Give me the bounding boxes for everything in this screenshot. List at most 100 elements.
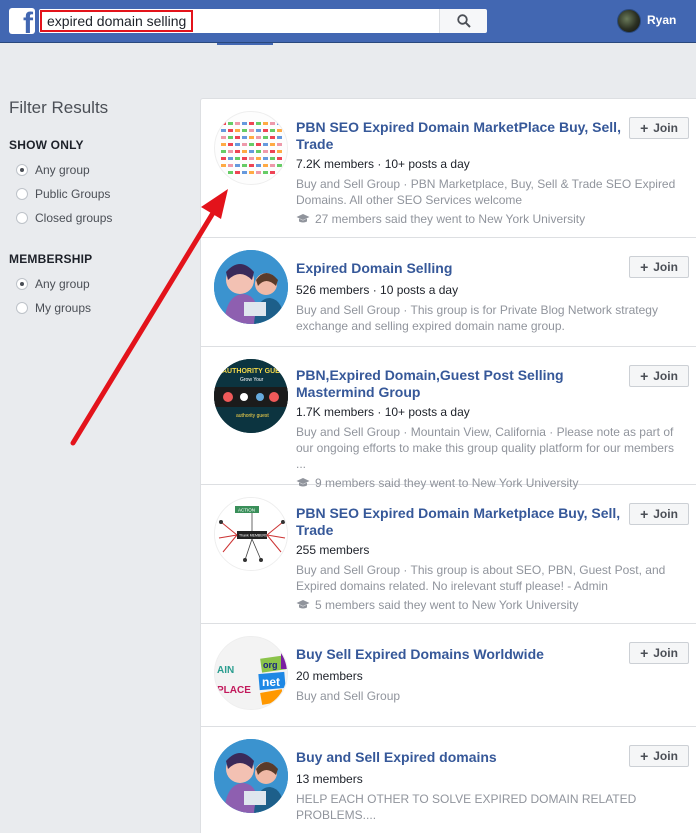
search-results-list: PBN SEO Expired Domain MarketPlace Buy, … xyxy=(200,98,696,833)
group-member-count: 255 members xyxy=(296,543,370,557)
group-result-row: Expired Domain Selling 526 members · 10 … xyxy=(201,238,696,347)
group-info: PBN SEO Expired Domain Marketplace Buy, … xyxy=(296,505,686,613)
filter-option-label: Public Groups xyxy=(35,187,111,201)
group-thumbnail[interactable] xyxy=(214,739,288,813)
group-thumbnail[interactable] xyxy=(214,250,288,324)
membership-option-any-group[interactable]: Any group xyxy=(9,272,189,296)
group-mindmap-image: ACTION Thank MEMBERSHIP xyxy=(215,498,287,570)
search-input[interactable]: expired domain selling xyxy=(39,9,439,33)
group-result-row: Buy and Sell Expired domains 13 members … xyxy=(201,727,696,833)
join-group-button[interactable]: + Join xyxy=(629,256,689,278)
group-title-link[interactable]: Buy Sell Expired Domains Worldwide xyxy=(296,646,626,663)
group-title-link[interactable]: PBN,Expired Domain,Guest Post Selling Ma… xyxy=(296,367,626,401)
radio-checked-icon[interactable] xyxy=(16,278,28,290)
group-illustration-image xyxy=(214,739,288,813)
filter-results-heading: Filter Results xyxy=(9,98,109,117)
group-pattern-image xyxy=(221,122,282,174)
group-info: Buy Sell Expired Domains Worldwide 20 me… xyxy=(296,646,686,704)
plus-icon: + xyxy=(640,368,649,384)
group-title-link[interactable]: PBN SEO Expired Domain MarketPlace Buy, … xyxy=(296,119,626,153)
group-info: PBN SEO Expired Domain MarketPlace Buy, … xyxy=(296,119,686,227)
search-icon xyxy=(457,14,471,28)
plus-icon: + xyxy=(640,259,649,275)
group-domains-image: AIN PLACE org net xyxy=(215,637,287,709)
group-member-count: 526 members · 10 posts a day xyxy=(296,283,459,297)
group-thumbnail[interactable] xyxy=(214,111,288,185)
group-university-note: 27 members said they went to New York Un… xyxy=(296,211,686,227)
plus-icon: + xyxy=(640,645,649,661)
group-member-count: 1.7K members · 10+ posts a day xyxy=(296,405,470,419)
group-description: Buy and Sell Group xyxy=(296,689,401,703)
group-info: PBN,Expired Domain,Guest Post Selling Ma… xyxy=(296,367,686,491)
thumb-text: org xyxy=(263,660,278,670)
join-label: Join xyxy=(653,369,678,383)
radio-icon[interactable] xyxy=(16,302,28,314)
plus-icon: + xyxy=(640,748,649,764)
thumb-text: PLACE xyxy=(217,685,251,696)
university-text: 5 members said they went to New York Uni… xyxy=(315,598,579,612)
user-avatar[interactable] xyxy=(617,9,641,33)
group-result-row: AIN PLACE org net Buy Sell Expired Domai… xyxy=(201,624,696,727)
group-title-link[interactable]: PBN SEO Expired Domain Marketplace Buy, … xyxy=(296,505,626,539)
filter-option-closed-groups[interactable]: Closed groups xyxy=(9,206,189,230)
join-group-button[interactable]: + Join xyxy=(629,117,689,139)
thumb-text: ACTION xyxy=(238,508,255,513)
group-info: Buy and Sell Expired domains 13 members … xyxy=(296,749,686,823)
filter-option-public-groups[interactable]: Public Groups xyxy=(9,182,189,206)
group-thumbnail[interactable]: AIN PLACE org net xyxy=(214,636,288,710)
join-group-button[interactable]: + Join xyxy=(629,745,689,767)
group-description: Buy and Sell Group · This group is about… xyxy=(296,563,666,593)
group-member-count: 13 members xyxy=(296,772,363,786)
thumb-text: net xyxy=(262,675,280,689)
facebook-logo-icon[interactable]: f xyxy=(9,8,35,34)
group-result-row: AUTHORITY GUE Grow Your authority guest … xyxy=(201,347,696,490)
membership-option-my-groups[interactable]: My groups xyxy=(9,296,189,320)
join-label: Join xyxy=(653,749,678,763)
university-text: 27 members said they went to New York Un… xyxy=(315,212,586,226)
filter-option-label: Any group xyxy=(35,163,90,177)
group-banner-image: AUTHORITY GUE Grow Your authority guest xyxy=(214,359,288,433)
group-illustration-image xyxy=(214,250,288,324)
radio-checked-icon[interactable] xyxy=(16,164,28,176)
plus-icon: + xyxy=(640,506,649,522)
group-description: Buy and Sell Group · PBN Marketplace, Bu… xyxy=(296,177,676,207)
filter-option-label: Any group xyxy=(35,277,90,291)
group-thumbnail[interactable]: AUTHORITY GUE Grow Your authority guest xyxy=(214,359,288,433)
group-description: Buy and Sell Group · This group is for P… xyxy=(296,303,658,333)
group-result-row: PBN SEO Expired Domain MarketPlace Buy, … xyxy=(201,99,696,238)
filter-option-label: Closed groups xyxy=(35,211,113,225)
user-name-link[interactable]: Ryan xyxy=(647,13,676,27)
top-navigation-bar: f expired domain selling Ryan xyxy=(0,0,696,43)
group-title-link[interactable]: Expired Domain Selling xyxy=(296,260,626,277)
group-result-row: ACTION Thank MEMBERSHIP PBN SEO Expired … xyxy=(201,485,696,624)
group-university-note: 5 members said they went to New York Uni… xyxy=(296,597,686,613)
thumb-text: authority guest xyxy=(236,413,269,419)
thumb-text: Grow Your xyxy=(240,377,264,383)
group-title-link[interactable]: Buy and Sell Expired domains xyxy=(296,749,626,766)
group-description: HELP EACH OTHER TO SOLVE EXPIRED DOMAIN … xyxy=(296,792,637,822)
search-button[interactable] xyxy=(439,9,487,33)
filter-option-any-group[interactable]: Any group xyxy=(9,158,189,182)
nav-active-indicator xyxy=(217,43,273,45)
show-only-heading: SHOW ONLY xyxy=(9,138,84,152)
join-label: Join xyxy=(653,260,678,274)
join-label: Join xyxy=(653,507,678,521)
thumb-text: AIN xyxy=(217,665,234,676)
membership-heading: MEMBERSHIP xyxy=(9,252,93,266)
group-member-count: 20 members xyxy=(296,669,363,683)
join-label: Join xyxy=(653,121,678,135)
radio-icon[interactable] xyxy=(16,212,28,224)
group-info: Expired Domain Selling 526 members · 10 … xyxy=(296,260,686,334)
filter-sidebar: Filter Results SHOW ONLY Any group Publi… xyxy=(9,98,189,320)
group-thumbnail[interactable]: ACTION Thank MEMBERSHIP xyxy=(214,497,288,571)
join-group-button[interactable]: + Join xyxy=(629,642,689,664)
radio-icon[interactable] xyxy=(16,188,28,200)
join-group-button[interactable]: + Join xyxy=(629,365,689,387)
group-member-count: 7.2K members · 10+ posts a day xyxy=(296,157,470,171)
join-group-button[interactable]: + Join xyxy=(629,503,689,525)
plus-icon: + xyxy=(640,120,649,136)
search-query-highlighted[interactable]: expired domain selling xyxy=(40,10,194,32)
graduation-cap-icon xyxy=(296,600,310,609)
thumb-text: AUTHORITY GUE xyxy=(222,368,280,375)
group-description: Buy and Sell Group · Mountain View, Cali… xyxy=(296,425,674,471)
